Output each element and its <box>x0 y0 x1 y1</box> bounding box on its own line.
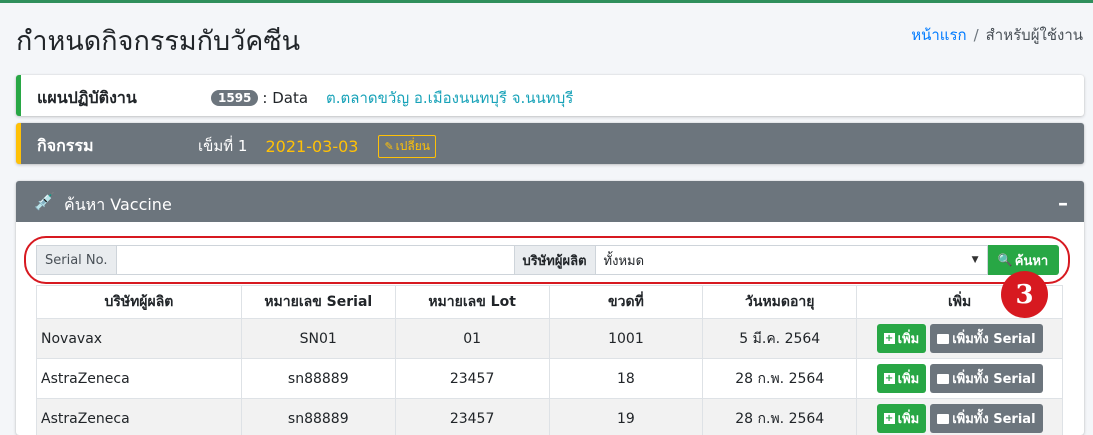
cell-expiry: 28 ก.พ. 2564 <box>702 398 858 435</box>
vaccine-search-title: ค้นหา Vaccine <box>64 195 172 214</box>
col-header: วันหมดอายุ <box>702 285 858 319</box>
cell-lot: 23457 <box>394 358 550 399</box>
plus-icon: + <box>883 413 895 424</box>
cell-maker: Novavax <box>36 318 242 359</box>
cell-maker: AstraZeneca <box>36 358 242 399</box>
plan-data-text: : Data <box>262 89 309 107</box>
breadcrumb: หน้าแรก / สำหรับผู้ใช้งาน <box>911 23 1083 47</box>
cell-vial: 1001 <box>548 318 704 359</box>
cell-serial: sn88889 <box>240 398 396 435</box>
plan-card: แผนปฏิบัติงาน 1595 : Data ต.ตลาดขวัญ อ.เ… <box>16 75 1084 116</box>
plan-content: 1595 : Data ต.ตลาดขวัญ อ.เมืองนนทบุรี จ.… <box>211 86 573 110</box>
box-icon <box>937 413 950 424</box>
breadcrumb-home-link[interactable]: หน้าแรก <box>911 26 966 44</box>
table-row: AstraZeneca sn88889 23457 19 28 ก.พ. 256… <box>36 398 1063 435</box>
cell-serial: SN01 <box>240 318 396 359</box>
vaccine-search-header: 💉 ค้นหา Vaccine – <box>16 184 1084 222</box>
plan-location: ต.ตลาดขวัญ อ.เมืองนนทบุรี จ.นนทบุรี <box>326 89 574 107</box>
cell-lot: 23457 <box>394 398 550 435</box>
cell-vial: 18 <box>548 358 704 399</box>
add-all-serial-button[interactable]: เพิ่มทั้ง Serial <box>930 364 1043 393</box>
add-button-label: เพิ่ม <box>897 332 920 347</box>
vaccine-search-card: 💉 ค้นหา Vaccine – Serial No. บริษัทผู้ผล… <box>16 181 1084 435</box>
add-button-label: เพิ่ม <box>897 372 920 387</box>
breadcrumb-separator: / <box>973 26 979 44</box>
add-all-serial-label: เพิ่มทั้ง Serial <box>952 332 1036 347</box>
add-button[interactable]: + เพิ่ม <box>876 324 927 353</box>
highlight-oval <box>24 236 1070 284</box>
pencil-icon: ✎ <box>384 139 394 153</box>
table-row: AstraZeneca sn88889 23457 18 28 ก.พ. 256… <box>36 358 1063 399</box>
step-number-badge: 3 <box>1001 271 1048 318</box>
col-header: หมายเลข Serial <box>240 285 396 319</box>
cell-actions: + เพิ่ม เพิ่มทั้ง Serial <box>856 318 1063 359</box>
cell-serial: sn88889 <box>240 358 396 399</box>
syringe-icon: 💉 <box>34 192 56 212</box>
plan-label: แผนปฏิบัติงาน <box>37 88 137 107</box>
activity-dose: เข็มที่ 1 <box>198 137 248 155</box>
plus-icon: + <box>883 373 895 384</box>
collapse-icon[interactable]: – <box>1058 191 1068 215</box>
box-icon <box>937 373 950 384</box>
cell-expiry: 28 ก.พ. 2564 <box>702 358 858 399</box>
cell-expiry: 5 มี.ค. 2564 <box>702 318 858 359</box>
change-activity-label: เปลี่ยน <box>395 138 430 153</box>
col-header: บริษัทผู้ผลิต <box>36 285 242 319</box>
activity-content: เข็มที่ 1 2021-03-03 ✎ เปลี่ยน <box>198 134 436 158</box>
breadcrumb-current: สำหรับผู้ใช้งาน <box>985 26 1083 44</box>
activity-date: 2021-03-03 <box>265 136 359 156</box>
activity-label: กิจกรรม <box>37 136 94 155</box>
cell-actions: + เพิ่ม เพิ่มทั้ง Serial <box>856 358 1063 399</box>
page-title: กำหนดกิจกรรมกับวัคซีน <box>16 26 301 57</box>
cell-maker: AstraZeneca <box>36 398 242 435</box>
vaccine-results-table: บริษัทผู้ผลิต หมายเลข Serial หมายเลข Lot… <box>36 285 1063 435</box>
add-all-serial-label: เพิ่มทั้ง Serial <box>952 412 1036 427</box>
add-all-serial-button[interactable]: เพิ่มทั้ง Serial <box>930 324 1043 353</box>
box-icon <box>937 333 950 344</box>
cell-vial: 19 <box>548 398 704 435</box>
cell-lot: 01 <box>394 318 550 359</box>
change-activity-button[interactable]: ✎ เปลี่ยน <box>378 134 436 158</box>
col-header: หมายเลข Lot <box>394 285 550 319</box>
plus-icon: + <box>883 333 895 344</box>
add-all-serial-label: เพิ่มทั้ง Serial <box>952 372 1036 387</box>
col-header: ขวดที่ <box>548 285 704 319</box>
add-button-label: เพิ่ม <box>897 412 920 427</box>
add-all-serial-button[interactable]: เพิ่มทั้ง Serial <box>930 404 1043 433</box>
plan-count-badge: 1595 <box>211 90 259 106</box>
add-button[interactable]: + เพิ่ม <box>876 364 927 393</box>
add-button[interactable]: + เพิ่ม <box>876 404 927 433</box>
top-accent-strip <box>0 0 1093 3</box>
activity-card: กิจกรรม เข็มที่ 1 2021-03-03 ✎ เปลี่ยน <box>16 123 1084 164</box>
table-row: Novavax SN01 01 1001 5 มี.ค. 2564 + เพิ่ม… <box>36 318 1063 359</box>
table-header-row: บริษัทผู้ผลิต หมายเลข Serial หมายเลข Lot… <box>36 285 1063 319</box>
cell-actions: + เพิ่ม เพิ่มทั้ง Serial <box>856 398 1063 435</box>
